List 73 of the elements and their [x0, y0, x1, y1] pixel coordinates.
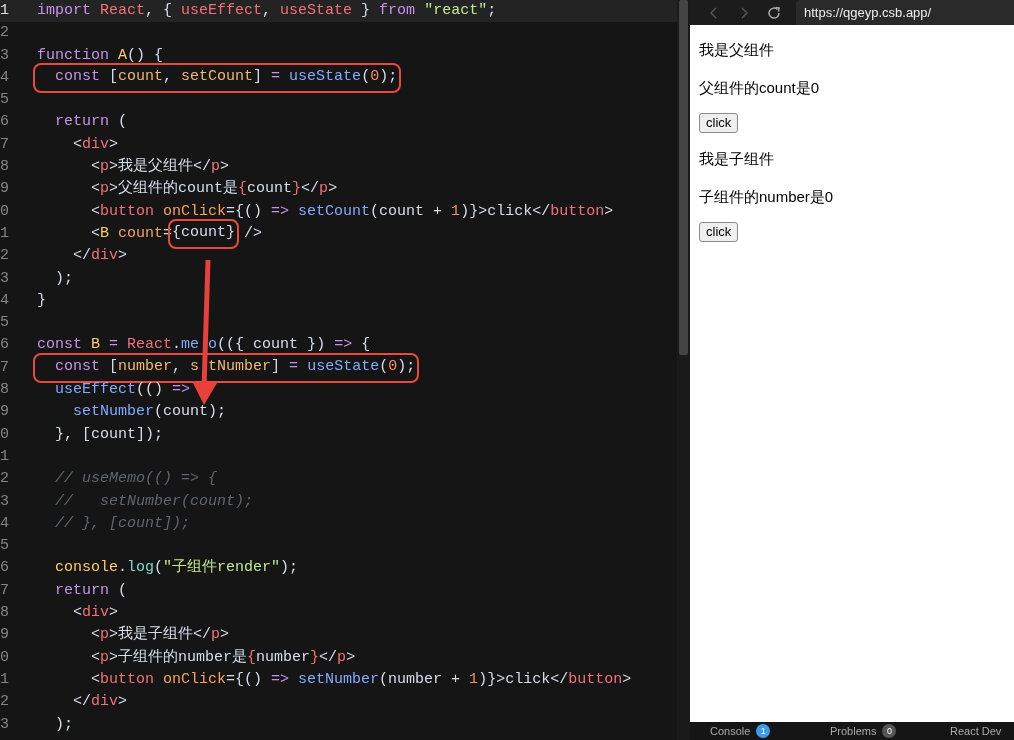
- code-line: </div>: [72, 246, 128, 267]
- line-number: 1: [0, 669, 10, 690]
- line-number: 9: [0, 625, 10, 646]
- line-number: 9: [0, 402, 10, 423]
- code-line: console.log("子组件render");: [54, 558, 299, 579]
- line-number: 7: [0, 580, 10, 601]
- code-line: import React, { useEffect, useState } from "react";: [37, 1, 497, 21]
- line-number: 1: [0, 446, 10, 467]
- line-number: 9: [0, 179, 10, 200]
- code-line: return (: [54, 580, 128, 601]
- line-number: 2: [0, 469, 10, 490]
- line-number: 2: [0, 692, 10, 713]
- line-number: 5: [0, 536, 10, 557]
- code-line: />: [243, 223, 263, 244]
- preview-text: 我是子组件: [699, 149, 775, 169]
- code-line: }: [37, 290, 46, 311]
- line-number: 1: [0, 1, 10, 21]
- code-line: function A() {: [37, 45, 164, 66]
- line-number: 2: [0, 246, 10, 267]
- code-line: );: [54, 268, 73, 289]
- code-line: // setNumber(count);: [54, 491, 254, 512]
- line-number: 6: [0, 558, 10, 579]
- code-line: // useMemo(() => {: [54, 469, 218, 490]
- panel-tab[interactable]: React Dev: [950, 722, 1002, 740]
- code-line: const B = React.me o(({ count }) => {: [37, 335, 371, 356]
- line-number: 0: [0, 424, 10, 445]
- line-number: 0: [0, 647, 10, 668]
- code-line: );: [54, 714, 73, 735]
- scrollbar-thumb[interactable]: [679, 0, 688, 355]
- line-number: 5: [0, 90, 10, 111]
- code-line: // }, [count]);: [54, 513, 191, 534]
- line-number: 4: [0, 513, 10, 534]
- code-line: <div>: [72, 603, 119, 623]
- line-number: 5: [0, 313, 10, 334]
- count-badge: 0: [882, 724, 897, 738]
- line-number: 3: [0, 45, 10, 66]
- code-line: <p>父组件的count是{count}</p>: [90, 179, 338, 200]
- code-line: <p>子组件的number是{number}</p>: [90, 647, 356, 668]
- line-number: 8: [0, 603, 10, 623]
- preview-text: 我是父组件: [699, 40, 775, 60]
- code-line: <button onClick={() => setNumber(number + 1)}>click</button>: [90, 669, 632, 690]
- code-line: <p>我是父组件</p>: [90, 156, 230, 178]
- line-number: 2: [0, 23, 10, 44]
- line-number: 3: [0, 714, 10, 735]
- line-number: 0: [0, 201, 10, 222]
- preview-text: 父组件的count是0: [699, 78, 821, 98]
- line-number: 8: [0, 157, 10, 178]
- code-line: <div>: [72, 134, 119, 155]
- code-line: <p>我是子组件</p>: [90, 624, 230, 646]
- code-line: }, [count]);: [54, 424, 164, 445]
- panel-tab[interactable]: Console: [710, 722, 751, 740]
- line-number: 3: [0, 268, 10, 289]
- line-number: 1: [0, 223, 10, 244]
- click-button[interactable]: click: [699, 222, 739, 242]
- line-number: 6: [0, 112, 10, 133]
- click-button[interactable]: click: [699, 113, 739, 133]
- line-number: 3: [0, 491, 10, 512]
- line-number: 4: [0, 290, 10, 311]
- line-number: 8: [0, 380, 10, 401]
- code-line: return (: [54, 112, 128, 133]
- line-number: 6: [0, 335, 10, 356]
- code-line: </div>: [72, 692, 128, 713]
- preview-text: 子组件的number是0: [699, 187, 835, 207]
- line-number: 7: [0, 357, 10, 378]
- code-line: useEffect(() =>: [54, 380, 191, 401]
- count-badge: 1: [756, 724, 771, 738]
- address-field[interactable]: https://qgeyp.csb.app/: [796, 0, 1014, 25]
- code-line: setNumber(count);: [72, 402, 227, 423]
- line-number: 4: [0, 67, 10, 88]
- line-number: 7: [0, 134, 10, 155]
- panel-tab[interactable]: Problems: [830, 722, 877, 740]
- code-line: <button onClick={() => setCount(count + 1)}>click</button>: [90, 201, 614, 222]
- reload-icon[interactable]: [766, 4, 782, 21]
